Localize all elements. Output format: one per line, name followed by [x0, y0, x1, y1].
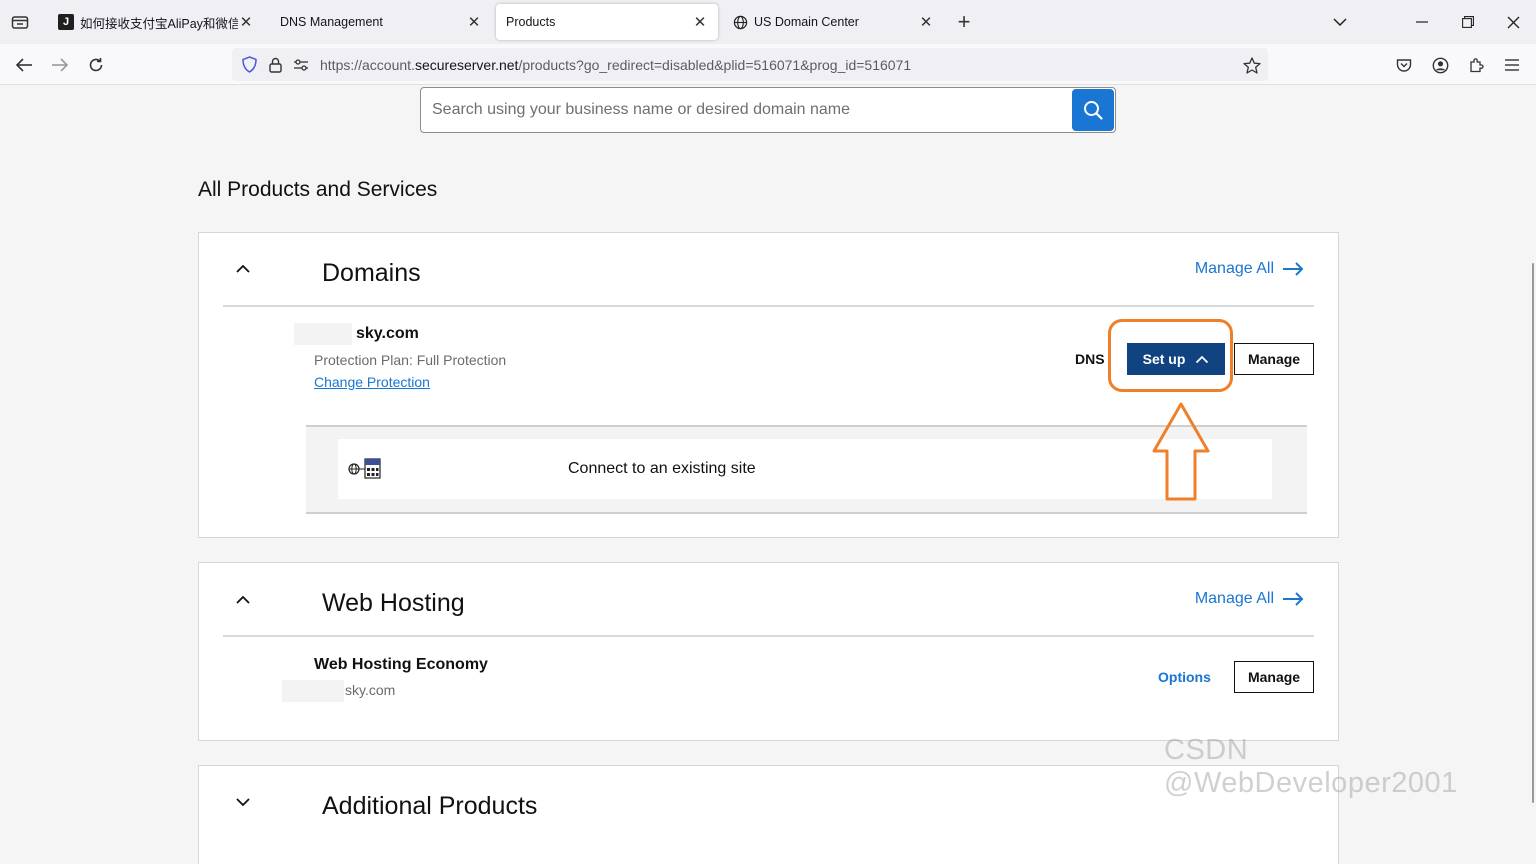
url-prefix: https://account.	[320, 56, 415, 73]
domain-name: sky.com	[356, 325, 419, 342]
manage-all-label: Manage All	[1194, 260, 1274, 277]
permissions-icon[interactable]	[292, 56, 310, 74]
connect-existing-site-option[interactable]: Connect to an existing site	[338, 439, 1272, 499]
j-favicon-icon: J	[58, 14, 74, 30]
additional-products-title: Additional Products	[322, 792, 538, 820]
dns-label: DNS	[1075, 351, 1105, 367]
restore-icon[interactable]	[1454, 8, 1482, 36]
browser-nav-bar: https://account.secureserver.net/product…	[0, 44, 1536, 85]
forward-icon[interactable]	[46, 51, 74, 79]
url-bar[interactable]: https://account.secureserver.net/product…	[232, 48, 1268, 81]
annotation-highlight-box	[1108, 319, 1233, 392]
tab-alipay[interactable]: J 如何接收支付宝AliPay和微信支付 ✕	[48, 4, 264, 40]
web-hosting-title: Web Hosting	[322, 589, 465, 617]
url-path: /products?go_redirect=disabled&plid=5160…	[518, 56, 912, 73]
new-tab-icon[interactable]: +	[952, 9, 976, 34]
search-icon	[1084, 101, 1103, 120]
manage-all-label: Manage All	[1194, 590, 1274, 607]
redacted-domain-mask	[282, 680, 344, 702]
search-button[interactable]	[1072, 89, 1114, 131]
arrow-right-icon	[1283, 262, 1304, 276]
collapse-chevron-up-icon[interactable]	[233, 259, 253, 279]
tab-us-domain-center[interactable]: US Domain Center ✕	[722, 4, 944, 40]
search-box	[420, 87, 1116, 133]
pocket-icon[interactable]	[1392, 53, 1416, 77]
close-tab-icon[interactable]: ✕	[692, 14, 708, 31]
hosting-domain: sky.com	[345, 682, 396, 698]
back-icon[interactable]	[10, 51, 38, 79]
hosting-manage-button[interactable]: Manage	[1234, 661, 1314, 693]
protection-plan-text: Protection Plan: Full Protection	[314, 352, 507, 368]
section-divider	[223, 635, 1314, 637]
change-protection-link[interactable]: Change Protection	[314, 374, 430, 390]
expand-chevron-down-icon[interactable]	[233, 792, 253, 812]
redacted-domain-mask	[294, 323, 352, 345]
url-host: secureserver.net	[414, 56, 519, 73]
tab-products[interactable]: Products ✕	[496, 4, 718, 40]
hosting-options-link[interactable]: Options	[1158, 669, 1211, 685]
section-divider	[223, 305, 1314, 307]
close-tab-icon[interactable]: ✕	[466, 14, 482, 31]
lock-icon[interactable]	[266, 56, 284, 74]
reload-icon[interactable]	[82, 51, 110, 79]
tab-dns-management[interactable]: DNS Management ✕	[270, 4, 492, 40]
shield-icon[interactable]	[240, 56, 258, 74]
watermark-text: CSDN @WebDeveloper2001	[1164, 734, 1458, 799]
web-hosting-manage-all-link[interactable]: Manage All	[1195, 590, 1304, 608]
page-title: All Products and Services	[198, 178, 438, 201]
close-window-icon[interactable]	[1499, 8, 1527, 36]
extensions-icon[interactable]	[1464, 53, 1488, 77]
annotation-arrow-up-icon	[1152, 402, 1210, 501]
close-tab-icon[interactable]: ✕	[238, 14, 254, 31]
browser-tab-bar: J 如何接收支付宝AliPay和微信支付 ✕ DNS Management ✕ …	[0, 0, 1536, 44]
connect-existing-site-label: Connect to an existing site	[568, 460, 756, 477]
hosting-plan-name: Web Hosting Economy	[314, 656, 488, 673]
search-input[interactable]	[421, 88, 1071, 132]
domains-manage-all-link[interactable]: Manage All	[1195, 260, 1304, 278]
tab-title: 如何接收支付宝AliPay和微信支付	[80, 16, 238, 31]
domain-manage-button[interactable]: Manage	[1234, 343, 1314, 375]
minimize-icon[interactable]	[1408, 8, 1436, 36]
tab-title: DNS Management	[280, 15, 383, 29]
menu-icon[interactable]	[1500, 53, 1524, 77]
domains-title: Domains	[322, 259, 421, 287]
close-tab-icon[interactable]: ✕	[918, 14, 934, 31]
tab-list-icon[interactable]	[8, 10, 32, 34]
account-icon[interactable]	[1428, 53, 1452, 77]
web-hosting-card: Web Hosting Manage All Web Hosting Econo…	[198, 562, 1339, 741]
url-text[interactable]: https://account.secureserver.net/product…	[320, 57, 911, 73]
connect-site-icon	[348, 458, 381, 479]
arrow-right-icon	[1283, 592, 1304, 606]
bookmark-star-icon[interactable]	[1242, 55, 1262, 75]
globe-icon	[732, 14, 748, 30]
tab-overflow-chevron-icon[interactable]	[1326, 8, 1354, 36]
collapse-chevron-up-icon[interactable]	[233, 590, 253, 610]
page-scrollbar[interactable]	[1532, 263, 1534, 803]
tab-title: Products	[506, 15, 556, 29]
tab-title: US Domain Center	[754, 15, 859, 29]
